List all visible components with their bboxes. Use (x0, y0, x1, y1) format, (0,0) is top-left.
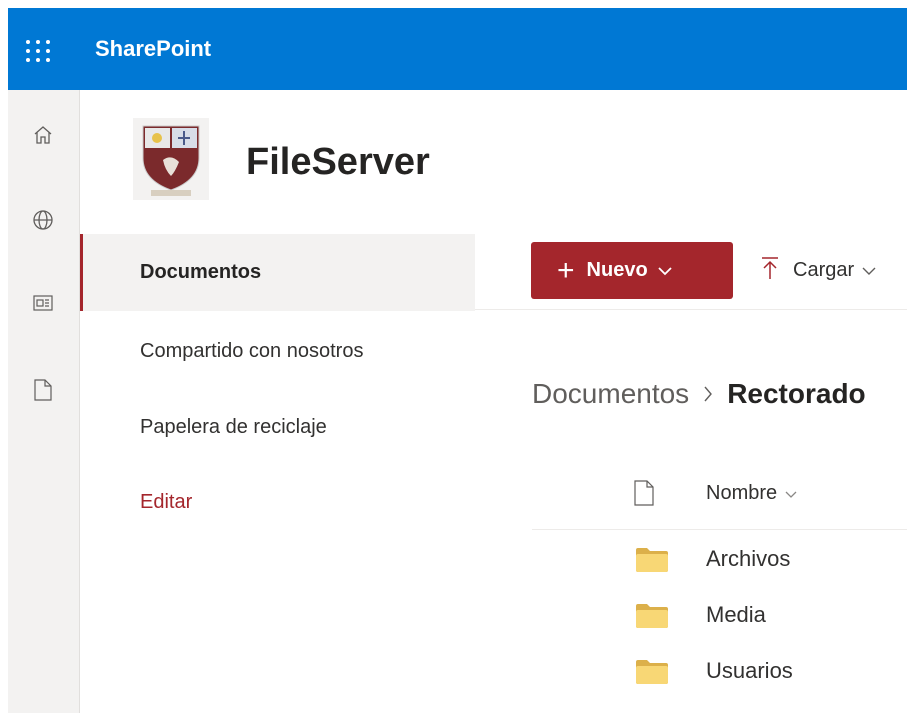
list-item-name[interactable]: Usuarios (706, 658, 793, 684)
site-logo[interactable] (133, 118, 209, 200)
chevron-down-icon (785, 482, 797, 505)
app-bar (8, 90, 80, 713)
nav-item-documentos[interactable]: Documentos (80, 234, 475, 311)
chevron-down-icon (862, 259, 876, 282)
new-button[interactable]: + Nuevo (531, 242, 733, 299)
chevron-right-icon (703, 386, 713, 402)
nav-item-label: Compartido con nosotros (140, 340, 364, 362)
breadcrumb: Documentos Rectorado (532, 378, 866, 410)
folder-icon (636, 546, 668, 577)
nav-item-label: Papelera de reciclaje (140, 416, 327, 438)
list-header: Nombre (532, 466, 907, 530)
suite-bar: SharePoint (8, 8, 907, 90)
breadcrumb-root[interactable]: Documentos (532, 378, 689, 410)
breadcrumb-current: Rectorado (727, 378, 866, 409)
nav-item-compartido[interactable]: Compartido con nosotros (80, 313, 475, 390)
home-icon[interactable] (28, 120, 58, 150)
chevron-down-icon (658, 259, 672, 282)
site-navigation: Documentos Compartido con nosotros Papel… (80, 232, 475, 713)
upload-icon (761, 256, 779, 286)
suite-title[interactable]: SharePoint (95, 36, 211, 62)
nav-item-label: Editar (140, 491, 193, 513)
plus-icon: + (557, 253, 575, 287)
nav-item-editar[interactable]: Editar (80, 464, 475, 541)
list-item[interactable]: Archivos (532, 532, 907, 588)
upload-button[interactable]: Cargar (761, 242, 876, 299)
nav-item-papelera[interactable]: Papelera de reciclaje (80, 389, 475, 466)
site-title[interactable]: FileServer (246, 141, 430, 184)
list-item[interactable]: Media (532, 588, 907, 644)
list-item[interactable]: Usuarios (532, 644, 907, 700)
globe-icon[interactable] (28, 205, 58, 235)
file-type-header-icon[interactable] (634, 480, 654, 511)
new-button-label: Nuevo (586, 259, 648, 281)
list-item-name[interactable]: Media (706, 602, 766, 628)
column-header-name[interactable]: Nombre (706, 482, 797, 505)
command-bar: + Nuevo Cargar (475, 232, 907, 310)
news-icon[interactable] (28, 288, 58, 318)
folder-icon (636, 658, 668, 689)
nav-item-label: Documentos (140, 261, 262, 283)
document-icon[interactable] (28, 375, 58, 405)
upload-button-label: Cargar (793, 259, 855, 281)
column-header-name-label: Nombre (706, 482, 778, 504)
list-item-name[interactable]: Archivos (706, 546, 790, 572)
folder-icon (636, 602, 668, 633)
app-launcher-icon[interactable] (22, 35, 52, 65)
